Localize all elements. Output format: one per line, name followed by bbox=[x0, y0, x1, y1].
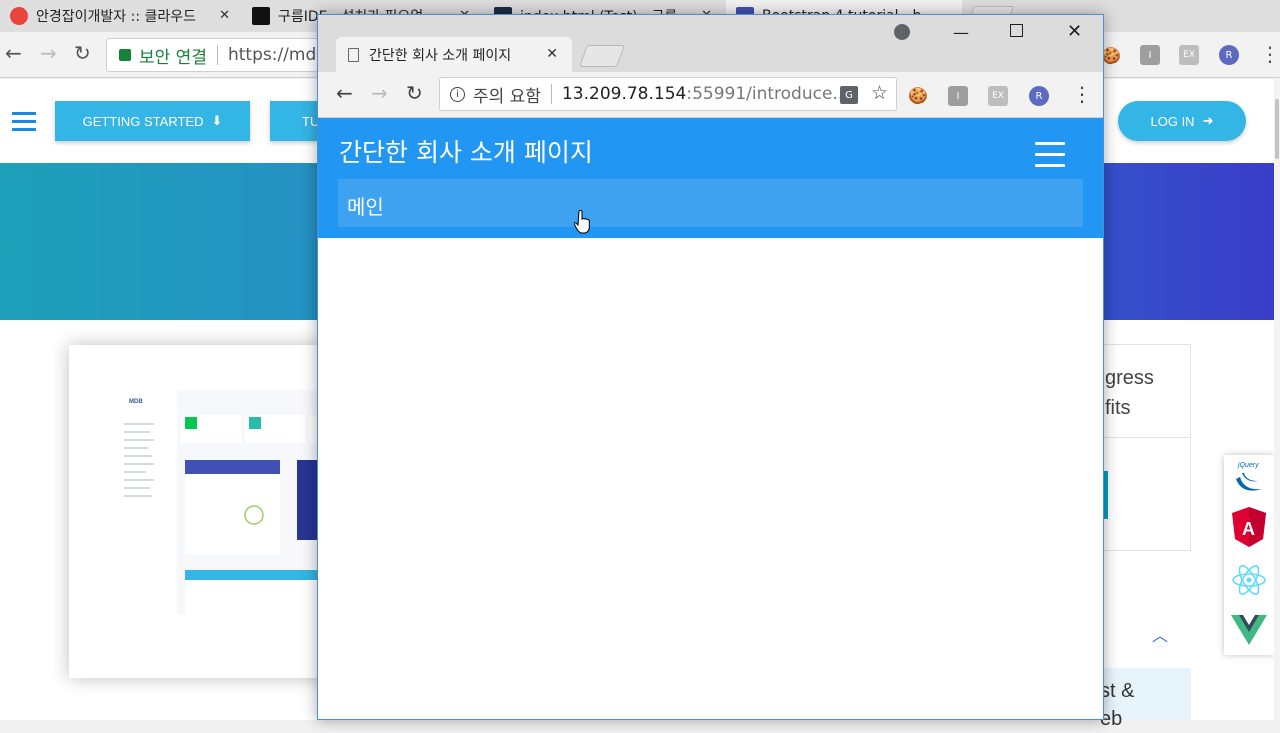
jquery-icon[interactable]: jQuery bbox=[1236, 462, 1262, 491]
bg-url-text: https://md bbox=[227, 45, 317, 65]
sign-in-icon: ➜ bbox=[1202, 113, 1214, 128]
bottom-card-line-2: eb bbox=[1100, 708, 1123, 730]
bookmark-star-icon[interactable]: ☆ bbox=[871, 82, 888, 104]
url-path: :55991/introduce... bbox=[686, 84, 849, 104]
framework-sidebar: jQuery A bbox=[1224, 455, 1274, 655]
getting-started-label: GETTING STARTED bbox=[82, 113, 204, 129]
lock-icon bbox=[119, 49, 131, 61]
i-ext-icon[interactable]: I bbox=[1140, 45, 1160, 65]
page-content bbox=[318, 238, 1103, 719]
close-icon[interactable]: ✕ bbox=[219, 8, 230, 23]
login-button[interactable]: LOG IN ➜ bbox=[1118, 101, 1246, 141]
url-host: 13.209.78.154 bbox=[561, 84, 687, 104]
r-ext-icon[interactable]: R bbox=[1029, 86, 1049, 106]
i-ext-icon[interactable]: I bbox=[948, 86, 968, 106]
feature-card-line-2: fits bbox=[1105, 397, 1131, 419]
new-tab-button[interactable] bbox=[578, 45, 626, 67]
background-omnibox[interactable]: 보안 연결 https://md bbox=[106, 38, 346, 72]
navbar-brand[interactable]: 간단한 회사 소개 페이지 bbox=[339, 133, 593, 169]
svg-text:MDB: MDB bbox=[129, 399, 143, 405]
nav-link-main[interactable]: 메인 bbox=[347, 191, 384, 220]
not-secure-label: 주의 요함 bbox=[473, 86, 541, 107]
tutorials-button[interactable]: TU bbox=[270, 101, 317, 141]
navbar-collapse-menu: 메인 bbox=[338, 179, 1083, 227]
feature-card-line-1: gress bbox=[1105, 367, 1154, 389]
scrollbar-thumb[interactable] bbox=[1275, 99, 1279, 159]
dashboard-preview: MDB bbox=[117, 390, 329, 615]
reload-icon[interactable]: ↻ bbox=[406, 81, 423, 105]
close-window-icon[interactable]: ✕ bbox=[1067, 21, 1082, 42]
forward-arrow-icon[interactable]: → bbox=[40, 41, 57, 65]
react-icon[interactable] bbox=[1232, 563, 1266, 597]
hand-cursor-icon bbox=[574, 210, 590, 234]
document-icon bbox=[348, 47, 359, 62]
ex-ext-icon[interactable]: EX bbox=[988, 86, 1008, 106]
navbar-toggler-icon[interactable] bbox=[1035, 142, 1065, 167]
vue-icon[interactable] bbox=[1231, 615, 1267, 645]
svg-text:A: A bbox=[1242, 519, 1255, 539]
reload-icon[interactable]: ↻ bbox=[74, 41, 91, 65]
back-arrow-icon[interactable]: ← bbox=[5, 41, 22, 65]
secure-label: 보안 연결 bbox=[139, 47, 207, 68]
forward-arrow-icon[interactable]: → bbox=[371, 81, 388, 105]
menu-dots-icon[interactable]: ⋮ bbox=[1072, 82, 1092, 106]
r-ext-icon[interactable]: R bbox=[1219, 45, 1239, 65]
tutorials-label: TU bbox=[302, 113, 317, 129]
card-divider bbox=[1101, 437, 1190, 438]
bottom-card-line-1: st & bbox=[1100, 680, 1135, 702]
hamburger-icon[interactable] bbox=[12, 112, 36, 132]
cookie-icon[interactable]: 🍪 bbox=[908, 85, 928, 105]
omnibox-divider bbox=[216, 45, 218, 65]
tistory-favicon-icon bbox=[10, 7, 28, 25]
active-tab[interactable]: 간단한 회사 소개 페이지 ✕ bbox=[336, 37, 572, 72]
tab-title: 간단한 회사 소개 페이지 bbox=[369, 47, 512, 64]
svg-text:jQuery: jQuery bbox=[1237, 462, 1259, 469]
feature-card: gress fits bbox=[1100, 344, 1191, 551]
address-bar[interactable]: i 주의 요함 13.209.78.154:55991/introduce...… bbox=[439, 77, 897, 111]
close-tab-icon[interactable]: ✕ bbox=[546, 46, 558, 62]
cookie-icon[interactable]: 🍪 bbox=[1101, 45, 1121, 65]
dashboard-mockup-image: MDB bbox=[69, 345, 329, 678]
omnibox-divider bbox=[550, 84, 552, 104]
bg-tab-1-title: 안경잡이개발자 :: 클라우드 bbox=[36, 9, 197, 25]
minimize-icon[interactable]: — bbox=[953, 23, 969, 42]
profile-icon[interactable] bbox=[894, 24, 910, 40]
download-icon: ⬇ bbox=[211, 113, 223, 128]
terminal-favicon-icon bbox=[252, 7, 270, 25]
foreground-browser-window: 간단한 회사 소개 페이지 ✕ — ✕ ← → ↻ i 주의 요함 13.209… bbox=[317, 14, 1104, 720]
getting-started-button[interactable]: GETTING STARTED ⬇ bbox=[55, 101, 250, 141]
chevron-up-icon[interactable]: ︿ bbox=[1152, 622, 1168, 646]
login-label: LOG IN bbox=[1150, 113, 1195, 129]
ex-ext-icon[interactable]: EX bbox=[1179, 45, 1199, 65]
translate-icon[interactable]: G bbox=[840, 86, 858, 104]
bg-tab-1[interactable]: 안경잡이개발자 :: 클라우드 ✕ bbox=[0, 0, 238, 32]
menu-dots-icon[interactable]: ⋮ bbox=[1260, 42, 1280, 66]
back-arrow-icon[interactable]: ← bbox=[336, 81, 353, 105]
maximize-icon[interactable] bbox=[1010, 24, 1023, 37]
angular-icon[interactable]: A bbox=[1232, 507, 1266, 547]
page-scrollbar[interactable] bbox=[1274, 79, 1280, 720]
info-icon[interactable]: i bbox=[450, 86, 465, 102]
bottom-card: st & eb bbox=[1100, 668, 1191, 730]
